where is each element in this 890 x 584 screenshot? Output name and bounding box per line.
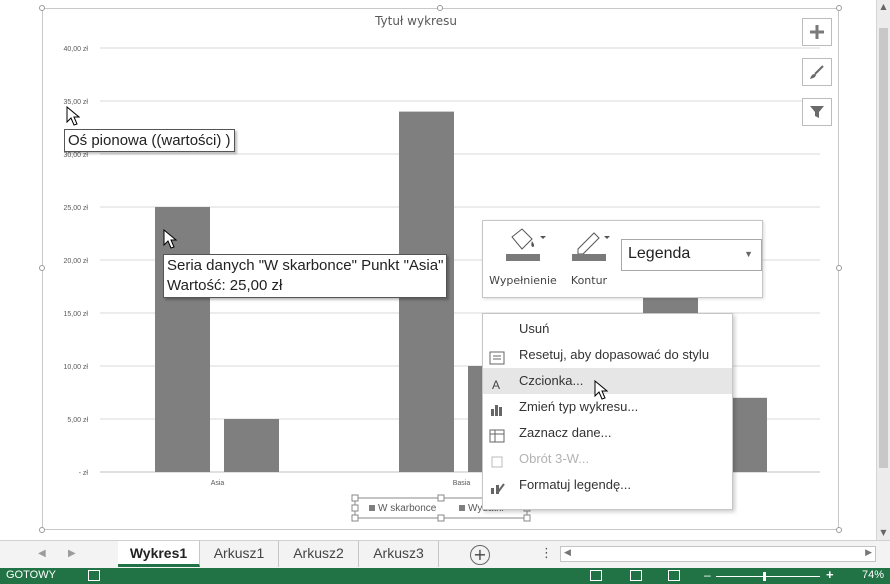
outline-button[interactable]: Kontur: [553, 225, 625, 289]
page-break-view-icon[interactable]: [668, 570, 680, 581]
legend-handle: [351, 514, 359, 522]
y-tick-label: 20,00 zł: [63, 258, 88, 265]
add-sheet-button[interactable]: +: [470, 545, 490, 565]
fill-button[interactable]: Wypełnienie: [487, 225, 559, 289]
context-menu-item-label: Resetuj, aby dopasować do stylu: [519, 347, 710, 362]
legend-swatch: [369, 505, 375, 511]
context-menu-item[interactable]: Usuń: [483, 316, 732, 342]
context-menu-item[interactable]: Formatuj legendę...: [483, 472, 732, 498]
context-menu-item[interactable]: Zaznacz dane...: [483, 420, 732, 446]
context-menu-item-label: Zaznacz dane...: [519, 425, 612, 440]
horizontal-scrollbar[interactable]: ◀ ▶: [560, 546, 876, 562]
data-point-tooltip: Seria danych "W skarbonce" Punkt "Asia" …: [163, 254, 448, 298]
y-tick-label: - zł: [79, 470, 89, 477]
zoom-out-icon[interactable]: –: [704, 568, 711, 582]
svg-text:A: A: [492, 378, 500, 391]
tooltip-value-line: Wartość: 25,00 zł: [167, 277, 283, 294]
chart-element-dropdown[interactable]: Legenda ▼: [621, 239, 762, 271]
context-menu-item[interactable]: Obrót 3-W...: [483, 446, 732, 472]
x-tick-label: Asia: [211, 480, 225, 487]
sheet-tab[interactable]: Arkusz3: [359, 541, 439, 567]
sheet-tab-bar: ◀ ▶ Wykres1 Arkusz1 Arkusz2 Arkusz3 + ⋮ ◀ ▶: [0, 540, 890, 568]
y-tick-label: 40,00 zł: [63, 46, 88, 53]
macro-record-icon[interactable]: [88, 570, 100, 581]
y-tick-label: 15,00 zł: [63, 311, 88, 318]
legend-swatch: [459, 505, 465, 511]
chart-sheet-area: Tytuł wykresu 40,00 zł 35,00 zł 30,00 zł 25…: [0, 0, 876, 540]
pen-outline-icon: [572, 232, 610, 261]
reset-icon: [489, 348, 505, 365]
mouse-cursor-icon: [163, 229, 177, 249]
scroll-thumb[interactable]: [879, 28, 888, 468]
context-menu: Usuń Resetuj, aby dopasować do stylu A Czci…: [482, 313, 733, 510]
scroll-right-icon[interactable]: ▶: [865, 548, 872, 558]
x-tick-label: Basia: [453, 480, 471, 487]
tab-splitter-icon[interactable]: ⋮: [540, 546, 553, 561]
axis-tooltip-text: Oś pionowa ((wartości) ): [68, 132, 231, 149]
legend-entry: W skarbonce: [378, 503, 437, 514]
context-menu-item-label: Usuń: [519, 321, 550, 336]
page-layout-view-icon[interactable]: [630, 570, 642, 581]
sheet-tab[interactable]: Arkusz1: [200, 541, 279, 567]
status-bar: GOTOWY – + 74%: [0, 567, 890, 584]
plus-icon: [810, 25, 824, 39]
legend-handle: [437, 514, 445, 522]
context-menu-item-label: Obrót 3-W...: [519, 451, 590, 466]
brush-icon: [810, 65, 824, 79]
chart-type-icon: [489, 400, 505, 416]
format-legend-icon: [489, 478, 505, 494]
legend-handle: [523, 514, 531, 522]
mini-format-toolbar: Wypełnienie Kontur Legenda ▼: [482, 220, 763, 298]
y-tick-label: 10,00 zł: [63, 364, 88, 371]
scroll-up-icon[interactable]: ▲: [877, 0, 890, 14]
chart-styles-button[interactable]: [802, 58, 832, 86]
mouse-cursor-icon: [66, 106, 80, 126]
select-data-icon: [489, 426, 505, 443]
normal-view-icon[interactable]: [590, 570, 602, 581]
bar: [224, 419, 279, 472]
fill-label: Wypełnienie: [489, 274, 557, 287]
rotate-3d-icon: [489, 452, 505, 468]
legend-handle: [437, 494, 445, 502]
scroll-down-icon[interactable]: ▼: [877, 526, 890, 540]
chevron-down-icon: ▼: [744, 249, 753, 259]
y-tick-label: 30,00 zł: [63, 152, 88, 159]
zoom-slider-thumb[interactable]: [763, 572, 766, 581]
legend-handle: [351, 494, 359, 502]
zoom-level[interactable]: 74%: [862, 569, 884, 581]
context-menu-item-label: Zmień typ wykresu...: [519, 399, 639, 414]
outline-label: Kontur: [570, 274, 608, 287]
axis-tooltip: Oś pionowa ((wartości) ): [64, 129, 235, 152]
status-text: GOTOWY: [6, 569, 56, 581]
legend-handle: [351, 504, 359, 512]
font-icon: A: [489, 374, 505, 392]
y-tick-label: 5,00 zł: [67, 417, 88, 424]
paint-bucket-icon: [506, 228, 546, 261]
context-menu-item-label: Formatuj legendę...: [519, 477, 632, 492]
zoom-in-icon[interactable]: +: [826, 567, 834, 582]
context-menu-item[interactable]: Resetuj, aby dopasować do stylu: [483, 342, 732, 368]
vertical-scrollbar[interactable]: ▲ ▼: [876, 0, 890, 540]
chart-element-value: Legenda: [628, 245, 691, 262]
context-menu-item-label: Czcionka...: [519, 373, 584, 388]
scroll-left-icon[interactable]: ◀: [564, 548, 571, 558]
sheet-tab[interactable]: Wykres1: [118, 541, 200, 567]
zoom-slider[interactable]: [716, 576, 820, 577]
mouse-cursor-icon: [594, 380, 608, 400]
filter-icon: [810, 106, 824, 118]
sheet-tab[interactable]: Arkusz2: [279, 541, 359, 567]
tooltip-series-line: Seria danych "W skarbonce" Punkt "Asia": [167, 257, 444, 274]
tab-scroll-left-icon[interactable]: ◀: [38, 548, 46, 559]
y-tick-label: 25,00 zł: [63, 205, 88, 212]
chart-filters-button[interactable]: [802, 98, 832, 126]
tab-scroll-right-icon[interactable]: ▶: [68, 548, 76, 559]
chart-elements-button[interactable]: [802, 18, 832, 46]
y-tick-label: 35,00 zł: [63, 99, 88, 106]
